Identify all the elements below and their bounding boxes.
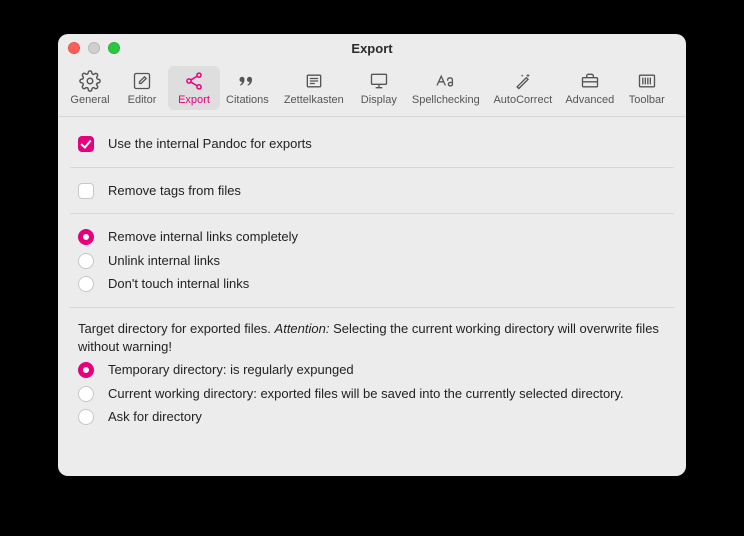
remove-tags-checkbox[interactable] <box>78 183 94 199</box>
option-row: Don't touch internal links <box>58 272 686 301</box>
links-remove-radio[interactable] <box>78 229 94 245</box>
quote-icon <box>235 70 259 92</box>
option-label: Remove internal links completely <box>108 228 298 246</box>
target-dir-description: Target directory for exported files. Att… <box>58 314 686 358</box>
option-row: Current working directory: exported file… <box>58 382 686 406</box>
prefs-toolbar: General Editor Export <box>58 62 686 117</box>
tab-display[interactable]: Display <box>353 66 405 110</box>
target-cwd-radio[interactable] <box>78 386 94 402</box>
option-label: Use the internal Pandoc for exports <box>108 135 312 153</box>
divider <box>70 307 674 308</box>
tab-label: Export <box>178 94 210 106</box>
tab-label: General <box>70 94 109 106</box>
option-label: Remove tags from files <box>108 182 241 200</box>
tab-zettelkasten[interactable]: Zettelkasten <box>275 66 353 110</box>
option-row: Remove tags from files <box>58 174 686 208</box>
tab-general[interactable]: General <box>64 66 116 110</box>
divider <box>70 213 674 214</box>
option-label: Unlink internal links <box>108 252 220 270</box>
tab-toolbar[interactable]: Toolbar <box>621 66 673 110</box>
option-label: Temporary directory: is regularly expung… <box>108 361 354 379</box>
option-label: Don't touch internal links <box>108 275 249 293</box>
toolbox-icon <box>578 70 602 92</box>
tab-label: Citations <box>226 94 269 106</box>
tab-advanced[interactable]: Advanced <box>559 66 621 110</box>
wand-icon <box>511 70 535 92</box>
option-row: Ask for directory <box>58 405 686 429</box>
prefs-content: Use the internal Pandoc for exports Remo… <box>58 117 686 476</box>
desc-attention: Attention: <box>275 321 330 336</box>
desc-text: Target directory for exported files. <box>78 321 275 336</box>
barcode-icon <box>635 70 659 92</box>
links-unlink-radio[interactable] <box>78 253 94 269</box>
monitor-icon <box>367 70 391 92</box>
tab-label: Editor <box>128 94 157 106</box>
edit-icon <box>130 70 154 92</box>
tab-editor[interactable]: Editor <box>116 66 168 110</box>
tab-label: Zettelkasten <box>284 94 344 106</box>
tab-label: Display <box>361 94 397 106</box>
tab-export[interactable]: Export <box>168 66 220 110</box>
option-label: Ask for directory <box>108 408 202 426</box>
option-row: Use the internal Pandoc for exports <box>58 127 686 161</box>
use-internal-pandoc-checkbox[interactable] <box>78 136 94 152</box>
share-icon <box>182 70 206 92</box>
traffic-lights <box>68 42 120 54</box>
tab-label: Toolbar <box>629 94 665 106</box>
note-icon <box>302 70 326 92</box>
option-label: Current working directory: exported file… <box>108 385 624 403</box>
option-row: Temporary directory: is regularly expung… <box>58 358 686 382</box>
tab-label: AutoCorrect <box>493 94 552 106</box>
titlebar: Export <box>58 34 686 62</box>
tab-label: Advanced <box>565 94 614 106</box>
links-dont-touch-radio[interactable] <box>78 276 94 292</box>
target-ask-radio[interactable] <box>78 409 94 425</box>
spellcheck-icon <box>434 70 458 92</box>
gear-icon <box>78 70 102 92</box>
window-minimize-button[interactable] <box>88 42 100 54</box>
preferences-window: Export General Editor <box>58 34 686 476</box>
option-row: Unlink internal links <box>58 249 686 273</box>
window-close-button[interactable] <box>68 42 80 54</box>
window-title: Export <box>351 41 392 56</box>
target-temp-radio[interactable] <box>78 362 94 378</box>
option-row: Remove internal links completely <box>58 220 686 249</box>
tab-spellchecking[interactable]: Spellchecking <box>405 66 487 110</box>
tab-citations[interactable]: Citations <box>220 66 275 110</box>
window-zoom-button[interactable] <box>108 42 120 54</box>
divider <box>70 167 674 168</box>
tab-label: Spellchecking <box>412 94 480 106</box>
tab-autocorrect[interactable]: AutoCorrect <box>487 66 559 110</box>
